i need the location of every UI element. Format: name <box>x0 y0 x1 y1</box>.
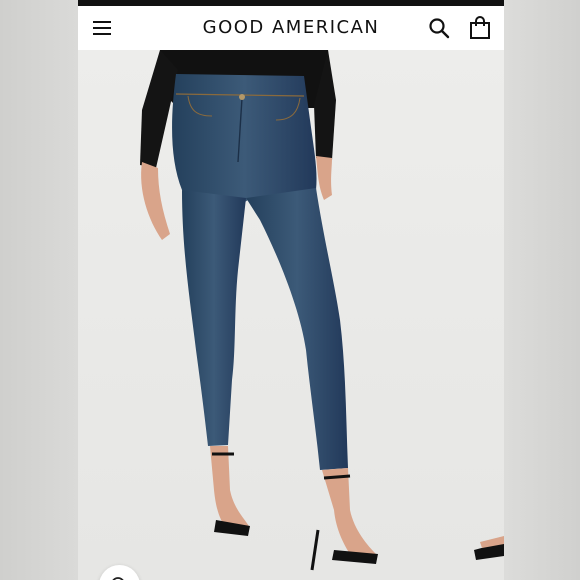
product-page: GOOD AMERICAN <box>78 0 504 580</box>
shopping-bag-icon[interactable] <box>469 16 491 40</box>
zoom-in-icon <box>112 577 124 580</box>
left-backdrop <box>0 0 78 580</box>
product-image[interactable] <box>78 50 504 580</box>
right-backdrop <box>504 0 580 580</box>
search-icon[interactable] <box>428 17 450 39</box>
site-header: GOOD AMERICAN <box>78 6 504 50</box>
